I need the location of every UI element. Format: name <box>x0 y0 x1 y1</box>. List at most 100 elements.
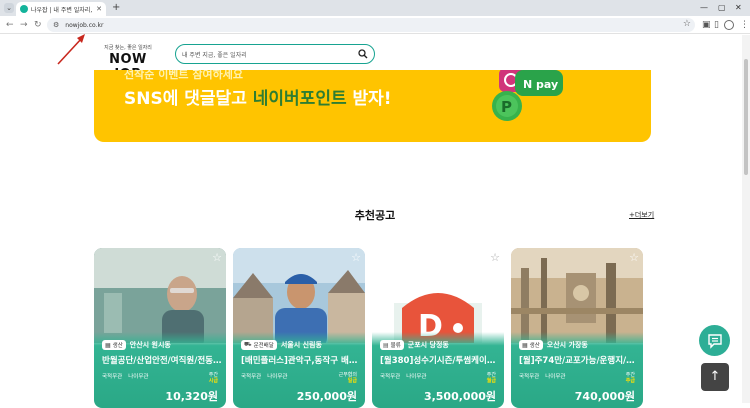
card-category-row: ▤ 물류 군포시 당정동 <box>380 340 449 350</box>
job-card[interactable]: D ☆ ▤ 물류 군포시 당정동 [월380]성수기시즌/투썸케이크 ... 국적… <box>372 248 504 408</box>
logo-tagline: 지금 찾는, 좋은 일자리 <box>104 45 152 51</box>
category-badge: ⛟ 운전배달 <box>241 340 277 350</box>
card-pay-type: 주간 시급 <box>209 372 218 384</box>
card-tags: 국적무관 나이무관 <box>102 372 155 380</box>
card-category-row: ▦ 생산 안산시 원시동 <box>102 340 171 350</box>
card-title: [월380]성수기시즌/투썸케이크 ... <box>380 356 500 366</box>
browser-tab-bar: ⌄ 나우잡 | 내 주변 일자리, 맞춤 일... ✕ + — ▢ ✕ <box>0 0 750 16</box>
naver-pay-illustration-icon: N pay P <box>492 70 563 121</box>
card-tag: 국적무관 <box>380 374 401 380</box>
site-info-icon[interactable]: ⚙ <box>53 21 59 29</box>
category-label: 생산 <box>112 343 123 349</box>
favorite-star-icon[interactable]: ☆ <box>351 251 361 264</box>
site-favicon-icon <box>20 5 28 13</box>
card-pay-type: 주간 주급 <box>626 372 635 384</box>
reload-icon[interactable]: ↻ <box>34 19 42 31</box>
card-location: 안산시 원시동 <box>129 341 171 349</box>
category-badge: ▤ 물류 <box>380 340 404 350</box>
category-icon: ▦ <box>105 341 111 349</box>
sidebar-icon[interactable]: ▯ <box>714 19 719 31</box>
category-label: 운전배달 <box>253 343 274 349</box>
url-text: nowjob.co.kr <box>65 21 104 29</box>
banner-headline: SNS에 댓글달고 네이버포인트 받자! <box>124 84 392 109</box>
search-icon[interactable] <box>358 49 368 59</box>
card-pay: 250,000원 <box>296 390 357 403</box>
browser-tab[interactable]: 나우잡 | 내 주변 일자리, 맞춤 일... ✕ <box>16 2 106 16</box>
card-pay: 10,320원 <box>165 390 218 403</box>
favorite-star-icon[interactable]: ☆ <box>212 251 222 264</box>
scroll-to-top-button[interactable]: ↑ <box>701 363 729 391</box>
card-pay-type: 근무협의 일급 <box>339 372 357 384</box>
address-bar-row: ← → ↻ ⚙ nowjob.co.kr ☆ ▣ ▯ ⋮ <box>0 16 750 34</box>
search-placeholder: 내 주변 지금, 좋은 일자리 <box>182 51 247 59</box>
profile-avatar-icon[interactable] <box>724 20 734 30</box>
card-title: [배민플러스]관악구,동작구 배민... <box>241 356 361 366</box>
minimize-icon[interactable]: — <box>700 2 708 14</box>
extensions-icon[interactable]: ▣ <box>702 19 711 31</box>
address-input[interactable]: ⚙ nowjob.co.kr ☆ <box>47 18 695 32</box>
job-card[interactable]: ☆ ▦ 생산 오산시 가장동 [월]주74만/교포가능/운행지/단... 국적무관… <box>511 248 643 408</box>
npay-badge-text: N pay <box>523 78 558 91</box>
card-tags: 국적무관 나이무관 <box>380 372 433 380</box>
card-tags: 국적무관 나이무관 <box>241 372 294 380</box>
banner-headline-prefix: SNS에 댓글달고 <box>124 89 253 109</box>
card-tags: 국적무관 나이무관 <box>519 372 572 380</box>
banner-headline-suffix: 받자! <box>346 89 392 109</box>
card-category-row: ▦ 생산 오산시 가장동 <box>519 340 588 350</box>
job-image <box>511 248 643 343</box>
page-scrollbar[interactable] <box>742 35 750 403</box>
card-tag: 나이무관 <box>267 374 288 380</box>
category-icon: ⛟ <box>244 341 252 348</box>
banner-headline-highlight: 네이버포인트 <box>252 89 347 109</box>
site-logo[interactable]: 지금 찾는, 좋은 일자리 NOW JOB <box>98 44 158 82</box>
event-banner[interactable]: 선착순 이벤트 참여하세요 SNS에 댓글달고 네이버포인트 받자! N pay… <box>94 70 651 142</box>
back-icon[interactable]: ← <box>6 19 14 31</box>
card-location: 오산시 가장동 <box>546 341 588 349</box>
card-pay: 740,000원 <box>574 390 635 403</box>
card-tag: 나이무관 <box>545 374 566 380</box>
card-tag: 국적무관 <box>102 374 123 380</box>
card-tag: 국적무관 <box>241 374 262 380</box>
forward-icon[interactable]: → <box>20 19 28 31</box>
card-pay-type: 주간 월급 <box>487 372 496 384</box>
new-tab-icon[interactable]: + <box>112 2 120 14</box>
favorite-star-icon[interactable]: ☆ <box>490 251 500 264</box>
card-pay: 3,500,000원 <box>423 390 496 403</box>
tab-search-icon[interactable]: ⌄ <box>4 3 14 13</box>
card-category-row: ⛟ 운전배달 서울시 신림동 <box>241 340 322 350</box>
card-location: 군포시 당정동 <box>407 341 449 349</box>
tab-title: 나우잡 | 내 주변 일자리, 맞춤 일... <box>31 6 93 14</box>
job-image <box>94 248 226 343</box>
maximize-icon[interactable]: ▢ <box>718 2 726 14</box>
browser-menu-icon[interactable]: ⋮ <box>740 19 749 31</box>
category-label: 물류 <box>390 343 401 349</box>
category-label: 생산 <box>529 343 540 349</box>
svg-text:P: P <box>501 98 512 116</box>
chat-icon <box>707 333 722 349</box>
category-badge: ▦ 생산 <box>519 340 543 350</box>
job-card[interactable]: ☆ ▦ 생산 안산시 원시동 반월공단/산업안전/여직원/전동... 국적무관 나이… <box>94 248 226 408</box>
job-image: D <box>372 248 504 343</box>
category-icon: ▦ <box>522 341 528 349</box>
chat-button[interactable] <box>699 325 730 356</box>
category-badge: ▦ 생산 <box>102 340 126 350</box>
card-title: 반월공단/산업안전/여직원/전동... <box>102 356 222 366</box>
card-tag: 나이무관 <box>128 374 149 380</box>
search-input[interactable]: 내 주변 지금, 좋은 일자리 <box>175 44 375 64</box>
annotation-arrow-icon <box>57 34 85 65</box>
banner-subtext: 선착순 이벤트 참여하세요 <box>124 70 243 81</box>
card-location: 서울시 신림동 <box>280 341 322 349</box>
scrollbar-thumb[interactable] <box>744 59 748 175</box>
favorite-star-icon[interactable]: ☆ <box>629 251 639 264</box>
job-image <box>233 248 365 343</box>
window-close-icon[interactable]: ✕ <box>735 2 742 14</box>
card-pay-unit: 일급 <box>347 378 357 384</box>
card-tag: 국적무관 <box>519 374 540 380</box>
job-card[interactable]: ☆ ⛟ 운전배달 서울시 신림동 [배민플러스]관악구,동작구 배민... 국적무… <box>233 248 365 408</box>
category-icon: ▤ <box>383 341 389 349</box>
card-tag: 나이무관 <box>406 374 427 380</box>
bookmark-star-icon[interactable]: ☆ <box>683 19 691 29</box>
card-pay-unit: 월급 <box>486 378 496 384</box>
tab-close-icon[interactable]: ✕ <box>96 5 102 13</box>
more-link[interactable]: +더보기 <box>629 210 654 220</box>
